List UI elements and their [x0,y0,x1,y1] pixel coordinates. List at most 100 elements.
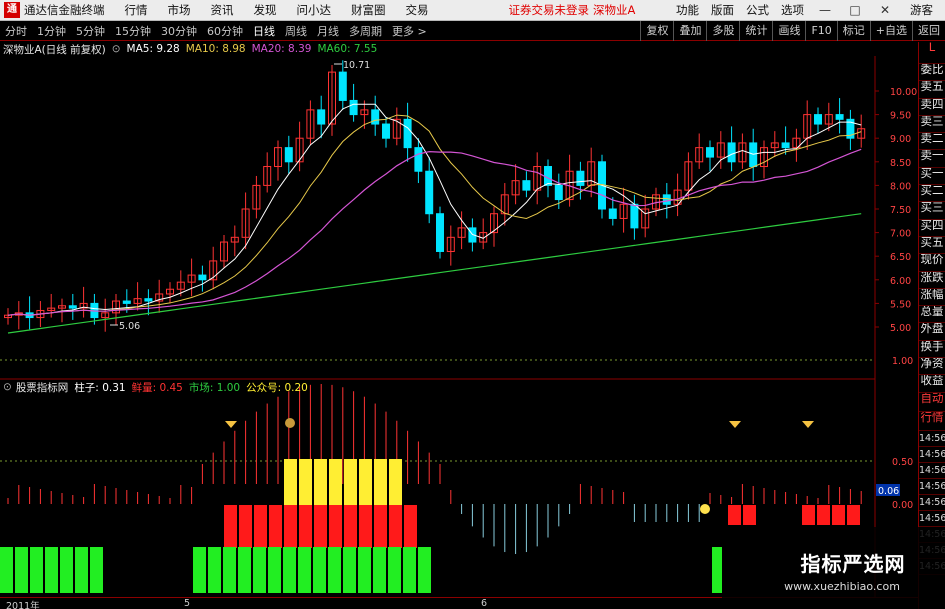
minimize-button[interactable]: — [816,3,834,17]
axis-month-5: 5 [184,598,191,609]
menu-shichang[interactable]: 市场 [168,2,191,18]
candle-body [122,300,131,304]
kline-chart[interactable]: 10.00 9.50 9.00 8.50 8.00 7.50 7.00 6.50 6.00 5.5… [0,56,918,597]
login-notice[interactable]: 证券交易未登录 [509,2,590,18]
candle-body [382,123,390,139]
menu-jiaoyi[interactable]: 交易 [406,2,429,18]
period-5min[interactable]: 5分钟 [71,23,110,39]
candle-body [349,99,358,116]
period-daily[interactable]: 日线 [248,23,280,39]
diamond-icon [225,421,237,428]
period-more[interactable]: 更多 > [387,23,432,39]
side-panel-toggle[interactable]: L [919,42,945,64]
candle-body [317,109,326,125]
f10-button[interactable]: F10 [805,20,836,41]
app-title: 通达信金融终端 [24,3,105,17]
green-signal-bar [313,547,326,593]
green-signal-bar [418,547,431,593]
side-item[interactable]: 外盘 [919,323,945,341]
side-item[interactable]: 换手 [919,341,945,359]
side-item[interactable]: 卖四 [919,99,945,116]
mark-button[interactable]: 标记 [836,20,870,41]
fuquan-button[interactable]: 复权 [640,20,673,41]
price-axis-label: 6.00 [890,276,911,287]
tick-time: 14:56 [919,463,945,479]
multi-stock-button[interactable]: 多股 [706,20,739,41]
period-15min[interactable]: 15分钟 [110,23,156,39]
side-item[interactable]: 净资 [919,358,945,376]
menu-gongshi[interactable]: 公式 [746,2,769,18]
side-item[interactable]: 行情 [919,412,945,431]
menu-faxian[interactable]: 发现 [254,2,277,18]
side-item[interactable]: 涨幅 [919,289,945,307]
period-60min[interactable]: 60分钟 [202,23,248,39]
smiley-icon [700,504,710,514]
price-axis-label: 7.00 [890,229,911,240]
side-item[interactable]: 现价 [919,254,945,272]
menu-banmian[interactable]: 版面 [711,2,734,18]
period-30min[interactable]: 30分钟 [156,23,202,39]
menu-xuanxiang[interactable]: 选项 [781,2,804,18]
side-item[interactable]: 自动 [919,393,945,412]
red-signal-bar [847,505,860,525]
yellow-signal-bar [299,459,312,505]
menu-caifuquan[interactable]: 财富圈 [351,2,386,18]
period-multi[interactable]: 多周期 [344,23,387,39]
period-1min[interactable]: 1分钟 [32,23,71,39]
side-item[interactable]: 涨跌 [919,272,945,289]
draw-line-button[interactable]: 画线 [772,20,805,41]
candle-body [425,170,434,215]
price-axis-label: 5.50 [890,299,911,310]
indicator-public-value: 公众号: 0.20 [246,381,308,394]
side-item[interactable]: 买五 [919,237,945,255]
ma60-value: MA60: 7.55 [317,43,378,55]
indicator-settings-icon[interactable]: ⊙ [3,381,12,393]
green-signal-bar [268,547,281,593]
back-button[interactable]: 返回 [912,20,945,41]
side-item[interactable]: 买四 [919,220,945,237]
ma5-line [7,103,862,316]
settings-dot-icon[interactable]: ⊙ [112,43,121,55]
green-signal-bar [45,547,58,593]
side-item[interactable]: 委比 [919,64,945,82]
menu-wenxiaoda[interactable]: 问小达 [297,2,332,18]
side-item[interactable]: 卖二 [919,133,945,151]
green-signal-bar [238,547,251,593]
period-monthly[interactable]: 月线 [312,23,344,39]
green-signal-bar [712,547,722,593]
close-button[interactable]: ✕ [876,3,894,17]
green-signal-bar [283,547,296,593]
red-signal-bar [269,505,282,548]
add-watchlist-button[interactable]: +自选 [869,20,912,41]
side-item[interactable]: 卖三 [919,116,945,134]
watermark-url: www.xuezhibiao.com [784,580,900,593]
candle-body [371,109,380,125]
price-axis-label: 6.50 [890,252,911,263]
price-axis-label: 7.50 [890,205,911,216]
period-fenshi[interactable]: 分时 [0,23,32,39]
ma10-value: MA10: 8.98 [185,43,246,55]
overlay-button[interactable]: 叠加 [673,20,706,41]
side-item[interactable]: 收益 [919,375,945,393]
maximize-button[interactable]: □ [846,3,864,17]
guest-login-button[interactable]: 游客 [910,2,933,18]
side-item[interactable]: 买一 [919,168,945,186]
red-signal-bar [802,505,815,525]
red-signal-bar [329,505,342,548]
side-item[interactable]: 卖五 [919,81,945,99]
indicator-axis-label: 0.50 [892,457,913,468]
candle-body [436,213,444,252]
side-item[interactable]: 买三 [919,202,945,220]
period-weekly[interactable]: 周线 [280,23,312,39]
side-item[interactable]: 买二 [919,185,945,203]
menu-hangqing[interactable]: 行情 [125,2,148,18]
menu-zixun[interactable]: 资讯 [211,2,234,18]
side-item[interactable]: 总量 [919,306,945,324]
statistics-button[interactable]: 统计 [739,20,772,41]
red-signal-bar [728,505,741,525]
indicator-col-value: 柱子: 0.31 [74,381,126,394]
menu-gongneng[interactable]: 功能 [676,2,699,18]
green-signal-bar [388,547,401,593]
side-item[interactable]: 卖一 [919,150,945,168]
red-signal-bar [344,505,357,548]
